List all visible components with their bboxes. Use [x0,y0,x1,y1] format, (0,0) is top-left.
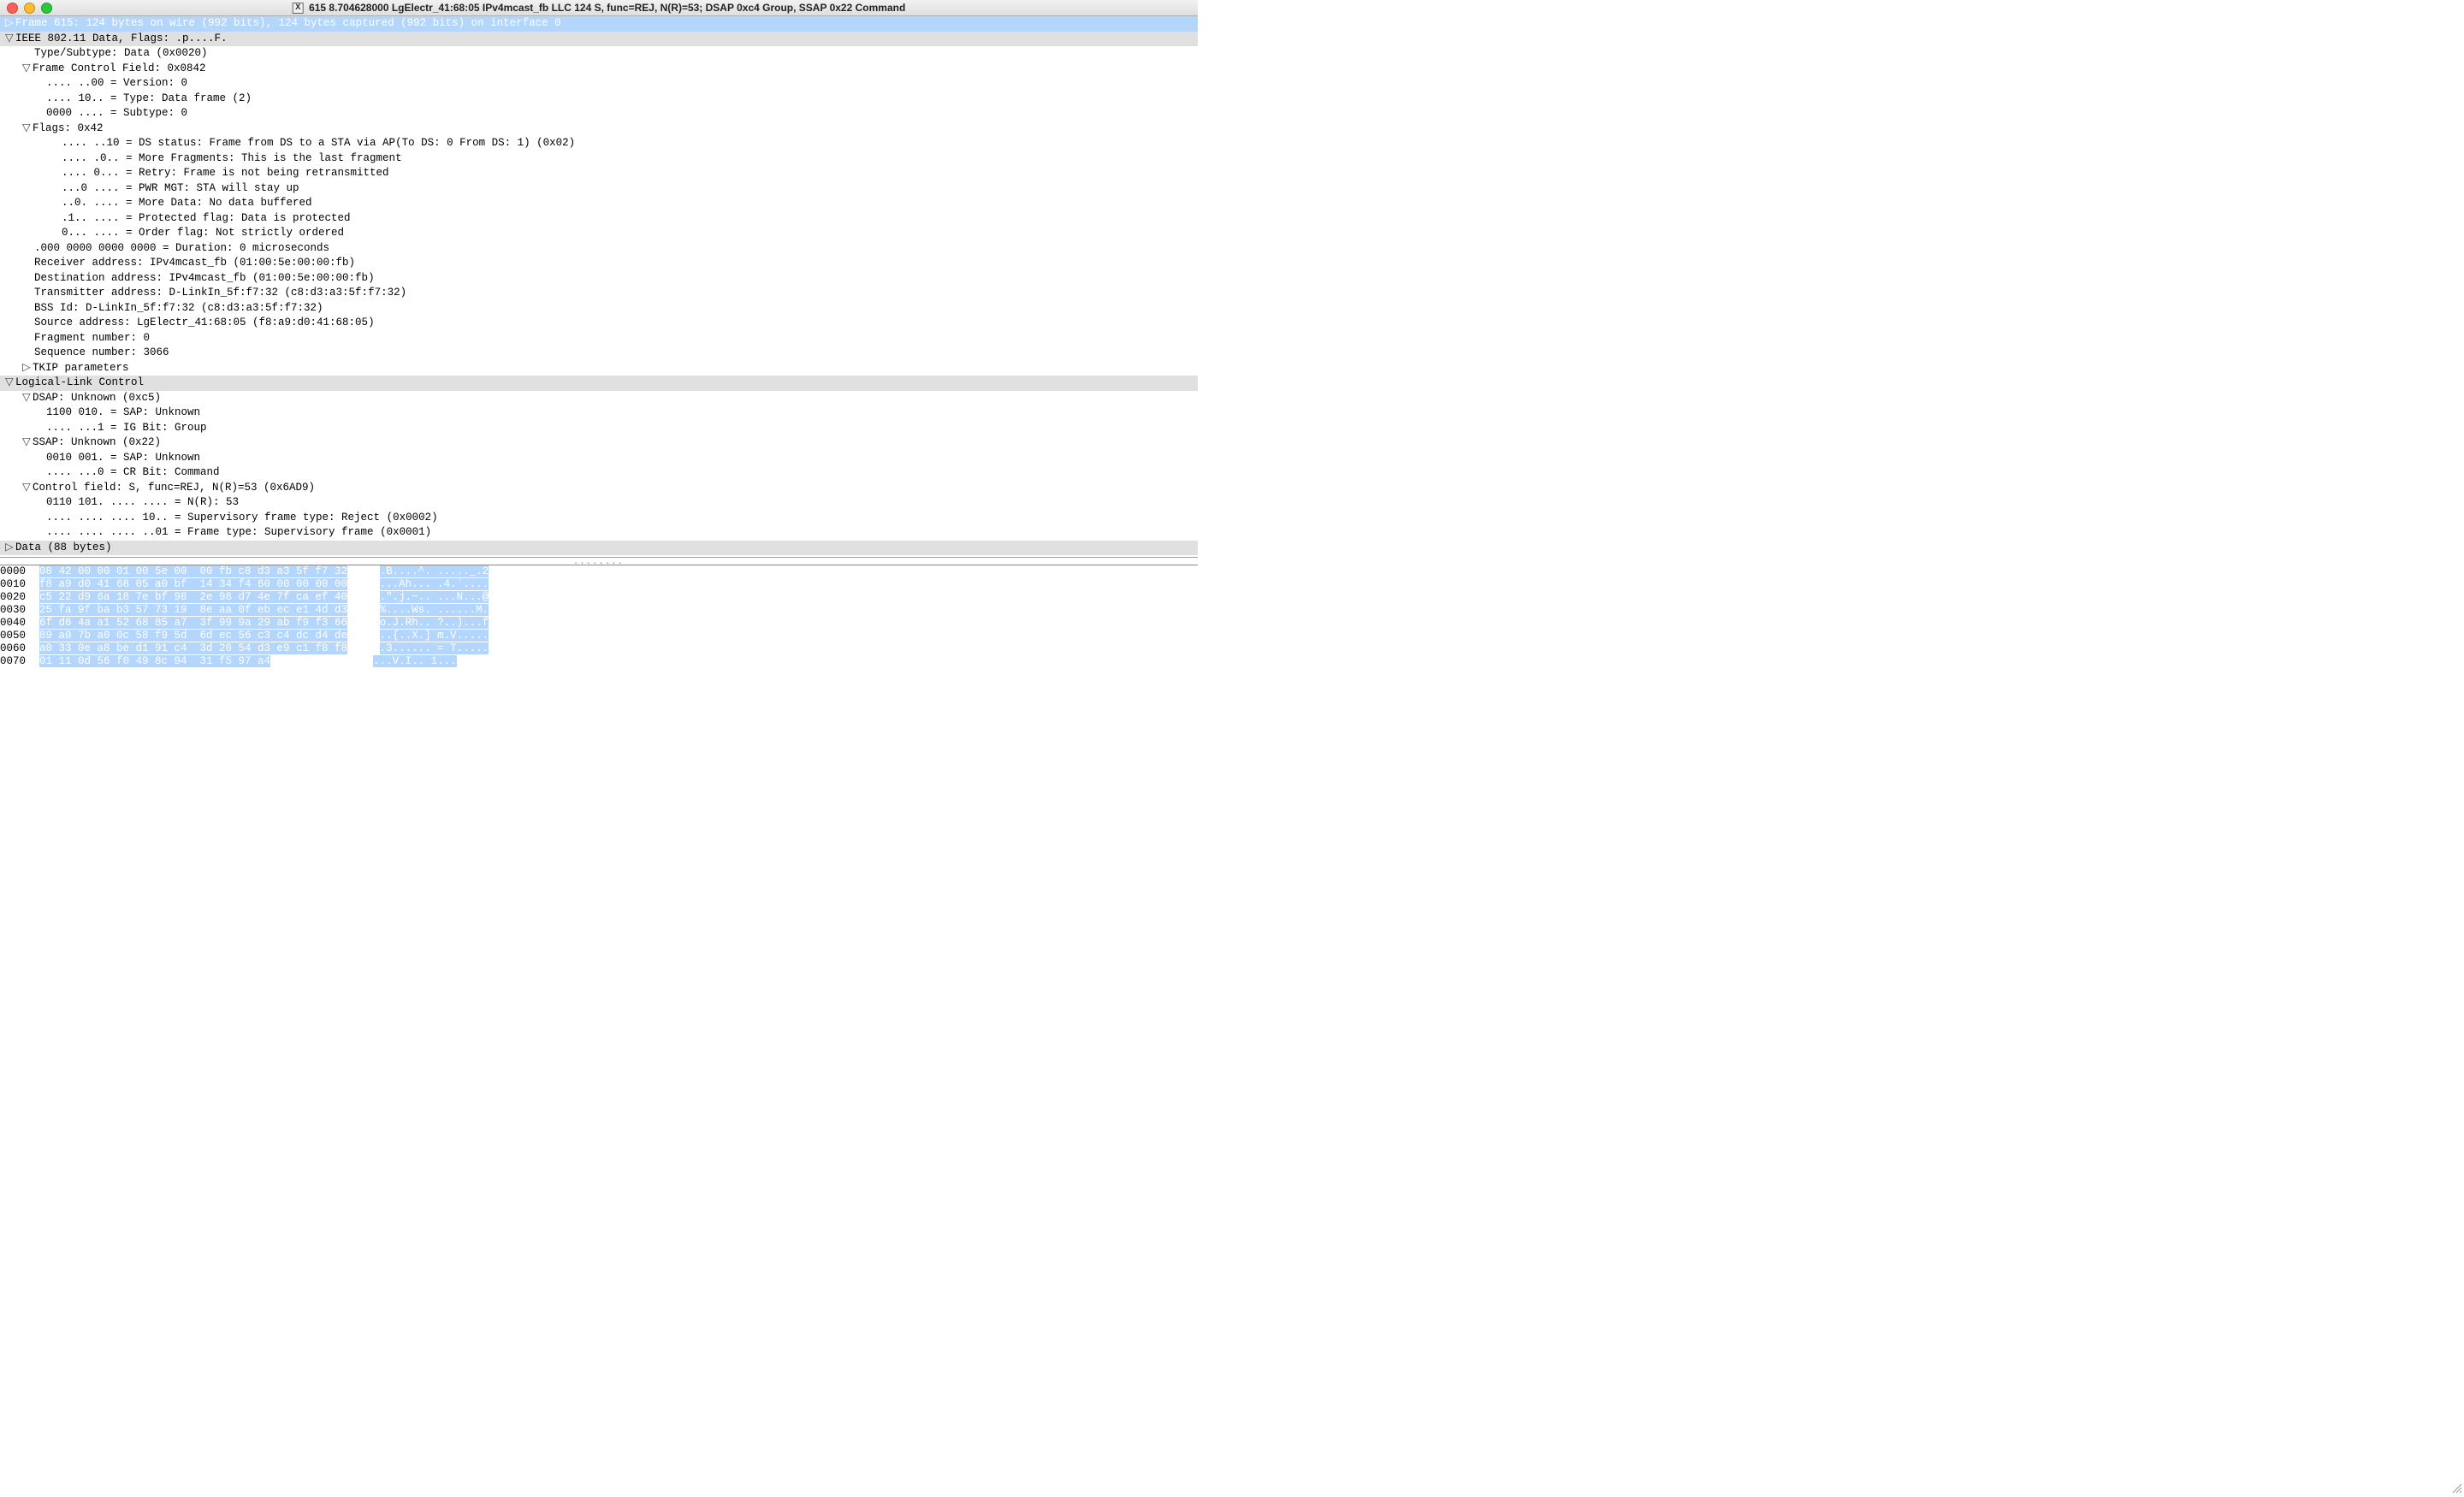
traffic-lights [0,3,52,14]
packet-details-tree[interactable]: Frame 615: 124 bytes on wire (992 bits),… [0,16,1198,558]
hex-row[interactable]: 0010f8 a9 d0 41 68 05 a0 bf 14 34 f4 60 … [0,578,1198,591]
hex-ascii[interactable]: %....Ws. ......M. [380,604,489,616]
tree-frame-summary[interactable]: Frame 615: 124 bytes on wire (992 bits),… [0,16,1198,32]
tree-flags[interactable]: Flags: 0x42 [0,121,1198,137]
tree-ssap-cr[interactable]: .... ...0 = CR Bit: Command [0,465,1198,481]
tree-flags-moredata[interactable]: ..0. .... = More Data: No data buffered [0,196,1198,211]
tree-ra[interactable]: Receiver address: IPv4mcast_fb (01:00:5e… [0,256,1198,271]
hex-offset: 0020 [0,591,39,604]
tree-fcf-subtype[interactable]: 0000 .... = Subtype: 0 [0,106,1198,121]
tree-flags-ds[interactable]: .... ..10 = DS status: Frame from DS to … [0,136,1198,151]
tree-tkip[interactable]: TKIP parameters [0,361,1198,376]
hex-ascii[interactable]: ...V.I.. 1... [373,655,457,667]
hex-offset: 0030 [0,604,39,617]
window-title: X 615 8.704628000 LgElectr_41:68:05 IPv4… [293,2,906,14]
tree-dsap-sap[interactable]: 1100 010. = SAP: Unknown [0,405,1198,421]
tree-llc-header[interactable]: Logical-Link Control [0,376,1198,391]
tree-fcf-version[interactable]: .... ..00 = Version: 0 [0,76,1198,92]
hex-bytes[interactable]: c5 22 d9 6a 18 7e bf 98 2e 98 d7 4e 7f c… [39,591,347,603]
tree-ieee-header[interactable]: IEEE 802.11 Data, Flags: .p....F. [0,32,1198,47]
hex-ascii[interactable]: ..{..X.] m.V..... [380,630,489,642]
hex-row[interactable]: 005089 a0 7b a0 0c 58 f9 5d 6d ec 56 c3 … [0,630,1198,642]
tree-dsap[interactable]: DSAP: Unknown (0xc5) [0,391,1198,406]
hex-bytes[interactable]: a0 33 0e a8 be d1 91 c4 3d 20 54 d3 e9 c… [39,642,347,654]
hex-bytes[interactable]: 08 42 00 00 01 00 5e 00 00 fb c8 d3 a3 5… [39,565,347,577]
pane-splitter[interactable]: ........ [0,558,1198,565]
tree-type-subtype[interactable]: Type/Subtype: Data (0x0020) [0,46,1198,62]
hex-offset: 0000 [0,565,39,578]
close-icon[interactable] [7,3,18,14]
hex-bytes[interactable]: 25 fa 9f ba b3 57 73 19 8e aa 0f eb ec e… [39,604,347,616]
hex-ascii[interactable]: ...Ah... .4.`.... [380,578,489,590]
tree-flags-pwr[interactable]: ...0 .... = PWR MGT: STA will stay up [0,181,1198,197]
hex-row[interactable]: 0060a0 33 0e a8 be d1 91 c4 3d 20 54 d3 … [0,642,1198,655]
tree-ctrl-nr[interactable]: 0110 101. .... .... = N(R): 53 [0,495,1198,511]
tree-ctrl-ftype[interactable]: .... .... .... ..01 = Frame type: Superv… [0,525,1198,541]
window-titlebar: X 615 8.704628000 LgElectr_41:68:05 IPv4… [0,0,1198,16]
hex-bytes[interactable]: f8 a9 d0 41 68 05 a0 bf 14 34 f4 60 00 0… [39,578,347,590]
tree-ctrl[interactable]: Control field: S, func=REJ, N(R)=53 (0x6… [0,481,1198,496]
hex-bytes[interactable]: 6f d6 4a a1 52 68 85 a7 3f 99 9a 29 ab f… [39,617,347,629]
tree-bssid[interactable]: BSS Id: D-LinkIn_5f:f7:32 (c8:d3:a3:5f:f… [0,301,1198,317]
tree-dsap-ig[interactable]: .... ...1 = IG Bit: Group [0,421,1198,436]
hex-bytes[interactable]: 01 11 0d 56 f0 49 8c 94 31 f5 97 a4 [39,655,270,667]
hex-row[interactable]: 00406f d6 4a a1 52 68 85 a7 3f 99 9a 29 … [0,617,1198,630]
resize-grip-icon[interactable] [2450,1482,2462,1494]
tree-ssap[interactable]: SSAP: Unknown (0x22) [0,435,1198,451]
hex-offset: 0050 [0,630,39,642]
tree-flags-morefrag[interactable]: .... .0.. = More Fragments: This is the … [0,151,1198,167]
tree-ssap-sap[interactable]: 0010 001. = SAP: Unknown [0,451,1198,466]
hex-offset: 0070 [0,655,39,668]
tree-flags-order[interactable]: 0... .... = Order flag: Not strictly ord… [0,226,1198,241]
hex-offset: 0010 [0,578,39,591]
hex-row[interactable]: 003025 fa 9f ba b3 57 73 19 8e aa 0f eb … [0,604,1198,617]
hex-offset: 0060 [0,642,39,655]
minimize-icon[interactable] [24,3,35,14]
hex-row[interactable]: 000008 42 00 00 01 00 5e 00 00 fb c8 d3 … [0,565,1198,578]
window-title-text: 615 8.704628000 LgElectr_41:68:05 IPv4mc… [309,2,905,14]
hex-ascii[interactable]: .B....^. ....._.2 [380,565,489,577]
hex-offset: 0040 [0,617,39,630]
hex-row[interactable]: 007001 11 0d 56 f0 49 8c 94 31 f5 97 a4 … [0,655,1198,668]
tree-flags-retry[interactable]: .... 0... = Retry: Frame is not being re… [0,166,1198,181]
zoom-icon[interactable] [41,3,52,14]
hex-view[interactable]: 000008 42 00 00 01 00 5e 00 00 fb c8 d3 … [0,565,1198,737]
hex-ascii[interactable]: .3...... = T..... [380,642,489,654]
tree-sa[interactable]: Source address: LgElectr_41:68:05 (f8:a9… [0,316,1198,331]
tree-duration[interactable]: .000 0000 0000 0000 = Duration: 0 micros… [0,241,1198,257]
tree-seq[interactable]: Sequence number: 3066 [0,346,1198,361]
tree-ta[interactable]: Transmitter address: D-LinkIn_5f:f7:32 (… [0,286,1198,301]
tree-da[interactable]: Destination address: IPv4mcast_fb (01:00… [0,271,1198,287]
tree-flags-protected[interactable]: .1.. .... = Protected flag: Data is prot… [0,211,1198,227]
hex-ascii[interactable]: o.J.Rh.. ?..)...f [380,617,489,629]
tree-fcf[interactable]: Frame Control Field: 0x0842 [0,62,1198,77]
x11-app-icon: X [293,3,304,14]
tree-data-header[interactable]: Data (88 bytes) [0,541,1198,556]
tree-frag[interactable]: Fragment number: 0 [0,331,1198,346]
tree-fcf-type[interactable]: .... 10.. = Type: Data frame (2) [0,92,1198,107]
tree-ctrl-super[interactable]: .... .... .... 10.. = Supervisory frame … [0,511,1198,526]
hex-bytes[interactable]: 89 a0 7b a0 0c 58 f9 5d 6d ec 56 c3 c4 d… [39,630,347,642]
hex-ascii[interactable]: .".j.~.. ...N...@ [380,591,489,603]
hex-row[interactable]: 0020c5 22 d9 6a 18 7e bf 98 2e 98 d7 4e … [0,591,1198,604]
